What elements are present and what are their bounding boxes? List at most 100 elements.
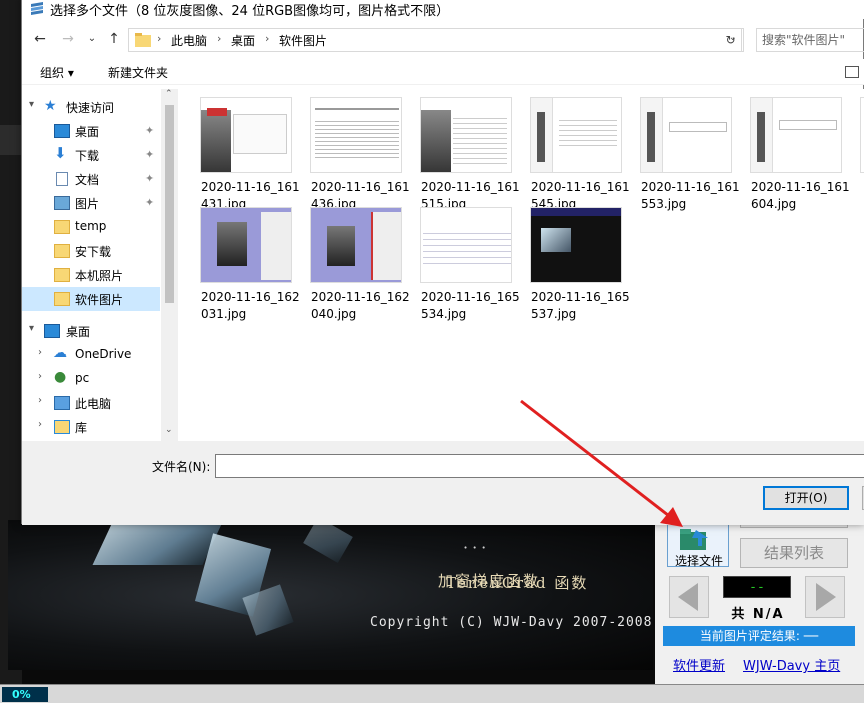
folder-icon <box>54 244 70 258</box>
pin-icon: ✦ <box>145 172 155 185</box>
nav-item-pictures[interactable]: 图片 ✦ <box>22 191 160 215</box>
file-thumbnail <box>200 97 292 173</box>
pin-icon: ✦ <box>145 124 155 137</box>
view-options-icon[interactable] <box>845 66 859 78</box>
chevron-right-icon: › <box>38 419 42 430</box>
nav-scrollbar[interactable]: ⌃ ⌄ <box>161 89 178 441</box>
back-button[interactable]: ← <box>30 29 50 49</box>
organize-button[interactable]: 组织 ▾ <box>40 64 74 81</box>
red-arrow-annotation <box>520 399 683 527</box>
next-image-button[interactable] <box>805 576 845 618</box>
select-file-label: 选择文件 <box>674 554 723 568</box>
file-thumbnail <box>530 97 622 173</box>
file-thumbnail <box>310 97 402 173</box>
status-bar: 0% <box>0 684 864 703</box>
file-name: 2020-11-16_165534.jpg <box>421 290 520 321</box>
folder-icon <box>54 220 70 234</box>
prev-image-button[interactable] <box>669 576 709 618</box>
splash-faded-text: ··· <box>463 538 491 557</box>
breadcrumb-separator: › <box>265 32 270 45</box>
arrow-right-icon: → <box>62 31 74 47</box>
document-icon <box>56 172 68 186</box>
file-name: 2020-11-16_162040.jpg <box>311 290 410 321</box>
file-item[interactable]: 2020-11-16_162040.jpg <box>290 199 410 321</box>
refresh-button[interactable]: ↻ <box>720 28 742 52</box>
result-status-bar: 当前图片评定结果: ── <box>663 626 855 646</box>
chevron-right-icon: › <box>38 371 42 382</box>
file-grid: 2020-11-16_161431.jpg 2020-11-16_161436.… <box>180 89 864 441</box>
breadcrumb-software-pictures[interactable]: 软件图片 <box>279 32 327 49</box>
file-item[interactable] <box>840 89 864 201</box>
new-folder-button[interactable]: 新建文件夹 <box>108 64 168 81</box>
forward-button[interactable]: → <box>58 29 78 49</box>
chevron-down-icon: ▾ <box>29 99 35 110</box>
file-item[interactable]: 2020-11-16_161436.jpg <box>290 89 410 211</box>
folder-icon <box>54 292 70 306</box>
arrow-up-icon: ↑ <box>108 31 120 47</box>
file-item[interactable]: 2020-11-16_161553.jpg <box>620 89 740 211</box>
progress-indicator: 0% <box>2 687 48 702</box>
nav-item-software-pictures[interactable]: 软件图片 <box>22 287 160 311</box>
scrollbar-thumb[interactable] <box>165 105 174 303</box>
dialog-titlebar: 选择多个文件（8 位灰度图像、24 位RGB图像均可，图片格式不限） <box>22 0 864 19</box>
nav-item-local-photos[interactable]: 本机照片 <box>22 263 160 287</box>
breadcrumb-desktop[interactable]: 桌面 <box>231 32 255 49</box>
nav-label: 桌面 <box>66 325 91 339</box>
nav-item-downloads[interactable]: ⬇ 下载 ✦ <box>22 143 160 167</box>
desktop-icon <box>54 124 70 138</box>
dialog-toolbar: 组织 ▾ 新建文件夹 <box>22 59 864 85</box>
nav-item-onedrive[interactable]: › ☁ OneDrive <box>22 343 160 367</box>
chevron-right-icon: › <box>38 347 42 358</box>
homepage-link[interactable]: WJW-Davy 主页 <box>743 655 840 674</box>
file-name: 2020-11-16_161553.jpg <box>641 180 740 211</box>
nav-label: 软件图片 <box>75 293 124 307</box>
nav-item-temp[interactable]: temp <box>22 215 160 239</box>
dialog-title: 选择多个文件（8 位灰度图像、24 位RGB图像均可，图片格式不限） <box>50 4 450 19</box>
copyright-text: Copyright (C) WJW-Davy 2007-2008 <box>370 615 653 630</box>
nav-quick-access[interactable]: ▾ ★ 快速访问 <box>22 95 160 119</box>
refresh-icon: ↻ <box>725 33 736 47</box>
file-item[interactable]: 2020-11-16_165534.jpg <box>400 199 520 321</box>
breadcrumb-this-pc[interactable]: 此电脑 <box>171 32 207 49</box>
file-item[interactable]: 2020-11-16_161604.jpg <box>730 89 850 211</box>
file-name: 2020-11-16_165537.jpg <box>531 290 630 321</box>
file-item[interactable]: 2020-11-16_161431.jpg <box>180 89 300 211</box>
cloud-icon: ☁ <box>53 345 67 361</box>
splash-line-2: TenenGrad 函数 <box>446 574 589 592</box>
user-icon: ● <box>54 369 67 385</box>
nav-label: 桌面 <box>75 125 100 139</box>
nav-item-anxiazai[interactable]: 安下载 <box>22 239 160 263</box>
breadcrumb-separator: › <box>157 32 162 45</box>
recent-locations-button[interactable]: ⌄ <box>82 29 102 49</box>
file-item[interactable]: 2020-11-16_162031.jpg <box>180 199 300 321</box>
nav-item-documents[interactable]: 文档 ✦ <box>22 167 160 191</box>
arrow-left-icon <box>678 583 698 611</box>
file-thumbnail <box>530 207 622 283</box>
search-input[interactable]: 搜索"软件图片" <box>756 28 864 52</box>
open-button[interactable]: 打开(O) <box>763 486 849 510</box>
result-list-button[interactable]: 结果列表 <box>740 538 848 568</box>
nav-item-pc-user[interactable]: › ● pc <box>22 367 160 391</box>
address-bar[interactable]: › 此电脑 › 桌面 › 软件图片 ⌄ <box>128 28 744 52</box>
file-item[interactable]: 2020-11-16_161515.jpg <box>400 89 520 211</box>
nav-item-libraries[interactable]: › 库 <box>22 415 160 439</box>
file-item[interactable]: 2020-11-16_161545.jpg <box>510 89 630 211</box>
chevron-down-icon: ⌄ <box>165 425 173 435</box>
chevron-up-icon: ⌃ <box>165 89 173 99</box>
breadcrumb-separator: › <box>217 32 222 45</box>
nav-label: 本机照片 <box>75 269 124 283</box>
computer-icon <box>54 396 70 410</box>
arrow-left-icon: ← <box>34 31 46 47</box>
nav-label: 图片 <box>75 197 100 211</box>
nav-item-this-pc[interactable]: › 此电脑 <box>22 391 160 415</box>
pin-icon: ✦ <box>145 196 155 209</box>
software-update-link[interactable]: 软件更新 <box>673 655 725 674</box>
nav-item-desktop[interactable]: 桌面 ✦ <box>22 119 160 143</box>
nav-label: temp <box>75 219 107 233</box>
file-item[interactable]: 2020-11-16_165537.jpg <box>510 199 630 321</box>
download-icon: ⬇ <box>54 144 67 162</box>
splash-panel: ··· 加窗梯度函数 Copyright (C) WJW-Davy 2007-2… <box>8 520 653 670</box>
nav-desktop-root[interactable]: ▾ 桌面 <box>22 319 160 343</box>
folder-icon <box>54 268 70 282</box>
up-button[interactable]: ↑ <box>104 29 124 49</box>
